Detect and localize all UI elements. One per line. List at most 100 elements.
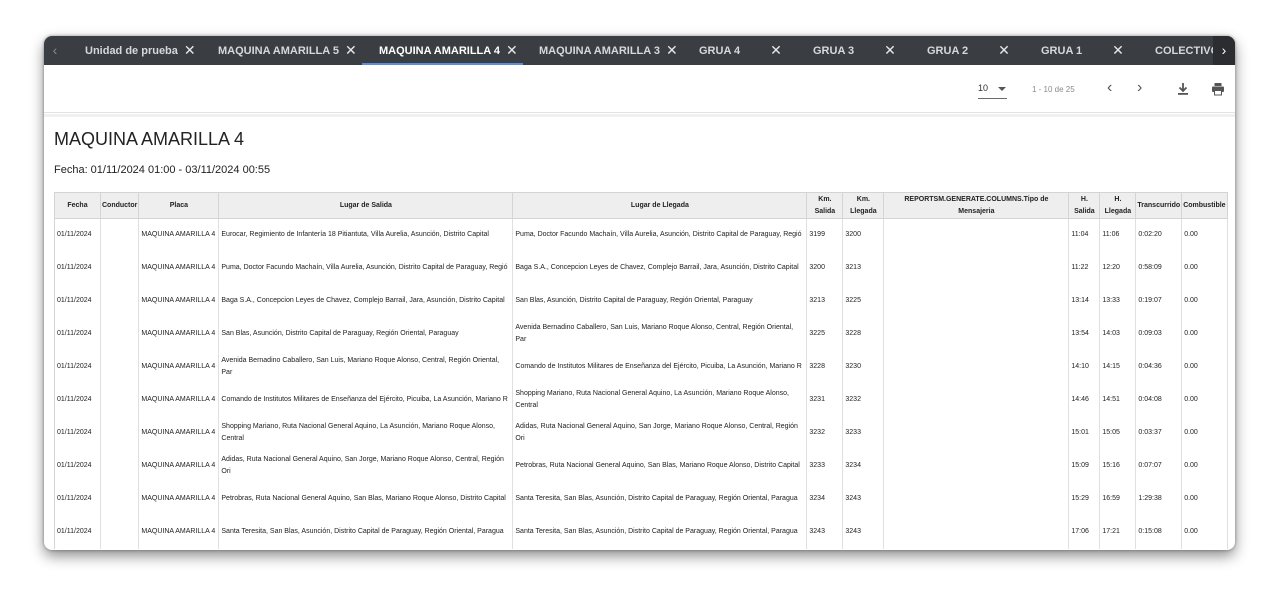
- cell-conductor: [99, 482, 140, 516]
- cell-fecha: 01/11/2024: [54, 449, 101, 483]
- cell-conductor: [99, 350, 140, 384]
- table-row: 01/11/2024 MAQUINA AMARILLA 4 Shopping Mar…: [54, 416, 1228, 450]
- table-row: 01/11/2024 MAQUINA AMARILLA 4 Avenida Bern…: [54, 350, 1228, 384]
- column-header: Fecha: [54, 192, 101, 219]
- cell-combustible: 0.00: [1181, 449, 1228, 483]
- cell-lugar-llegada: Adidas, Ruta Nacional General Aquino, Sa…: [512, 416, 808, 450]
- download-icon[interactable]: [1176, 82, 1190, 96]
- cell-lugar-llegada: San Blas, Asunción, Distrito Capital de …: [512, 284, 808, 318]
- tab-grua-3[interactable]: GRUA 3 ✕: [813, 36, 896, 65]
- cell-lugar-llegada: Petrobras, Ruta Nacional General Aquino,…: [512, 449, 808, 483]
- tab-maquina-amarilla-3[interactable]: MAQUINA AMARILLA 3 ✕: [539, 36, 678, 65]
- table-row: 01/11/2024 MAQUINA AMARILLA 4 San Blas, As…: [54, 317, 1228, 351]
- page-size-select[interactable]: 10: [978, 83, 1007, 99]
- tab-label: GRUA 2: [927, 44, 969, 57]
- cell-h-salida: 17:06: [1068, 515, 1101, 549]
- cell-conductor: [99, 218, 140, 252]
- tab-label: MAQUINA AMARILLA 3: [539, 44, 660, 57]
- cell-fecha: 01/11/2024: [54, 284, 101, 318]
- close-icon[interactable]: ✕: [998, 42, 1010, 59]
- cell-km-llegada: 3228: [842, 317, 885, 351]
- tab-grua-4[interactable]: GRUA 4 ✕: [699, 36, 782, 65]
- close-icon[interactable]: ✕: [666, 42, 678, 59]
- cell-lugar-llegada: Puma, Doctor Facundo Machaín, Villa Aure…: [512, 218, 808, 252]
- cell-km-salida: 3233: [806, 449, 844, 483]
- column-header: Combustible: [1181, 192, 1228, 219]
- tab-grua-2[interactable]: GRUA 2 ✕: [927, 36, 1010, 65]
- close-icon[interactable]: ✕: [884, 42, 896, 59]
- cell-tipo-mensajeria: [883, 515, 1070, 549]
- cell-fecha: 01/11/2024: [54, 317, 101, 351]
- cell-conductor: [99, 383, 140, 417]
- cell-lugar-salida: Puma, Doctor Facundo Machaín, Villa Aure…: [218, 251, 514, 285]
- chevron-right-icon[interactable]: ›: [1137, 79, 1142, 97]
- report-toolbar: 10 1 - 10 de 25 ‹ ›: [44, 65, 1235, 113]
- column-header: Lugar de Llegada: [512, 192, 808, 219]
- column-header: Conductor: [99, 192, 140, 219]
- cell-km-llegada: 3213: [842, 251, 885, 285]
- column-header: H. Llegada: [1099, 192, 1137, 219]
- cell-fecha: 01/11/2024: [54, 218, 101, 252]
- cell-km-llegada: 3243: [842, 482, 885, 516]
- cell-lugar-salida: Baga S.A., Concepcion Leyes de Chavez, C…: [218, 284, 514, 318]
- tab-label: MAQUINA AMARILLA 4: [379, 44, 500, 57]
- cell-km-salida: 3200: [806, 251, 844, 285]
- tab-label: GRUA 3: [813, 44, 855, 57]
- tab-maquina-amarilla-5[interactable]: MAQUINA AMARILLA 5 ✕: [218, 36, 357, 65]
- cell-km-salida: 3213: [806, 284, 844, 318]
- cell-transcurrido: 0:03:37: [1135, 416, 1183, 450]
- tab-maquina-amarilla-4[interactable]: MAQUINA AMARILLA 4 ✕: [379, 36, 518, 65]
- cell-h-llegada: 12:20: [1099, 251, 1137, 285]
- close-icon[interactable]: ✕: [1112, 42, 1124, 59]
- tab-unidad-de-prueba[interactable]: Unidad de prueba ✕: [85, 36, 196, 65]
- cell-conductor: [99, 449, 140, 483]
- cell-h-salida: 11:22: [1068, 251, 1101, 285]
- cell-km-salida: 3228: [806, 350, 844, 384]
- tab-label: MAQUINA AMARILLA 5: [218, 44, 339, 57]
- tab-bar: ‹ Unidad de prueba ✕ MAQUINA AMARILLA 5 …: [44, 36, 1235, 65]
- cell-lugar-salida: Avenida Bernadino Caballero, San Luis, M…: [218, 350, 514, 384]
- cell-km-llegada: 3230: [842, 350, 885, 384]
- cell-lugar-salida: Adidas, Ruta Nacional General Aquino, Sa…: [218, 449, 514, 483]
- cell-tipo-mensajeria: [883, 284, 1070, 318]
- cell-h-llegada: 16:59: [1099, 482, 1137, 516]
- cell-h-llegada: 14:15: [1099, 350, 1137, 384]
- cell-fecha: 01/11/2024: [54, 482, 101, 516]
- cell-lugar-llegada: Comando de Institutos Militares de Enseñ…: [512, 350, 808, 384]
- close-icon[interactable]: ✕: [770, 42, 782, 59]
- cell-transcurrido: 0:58:09: [1135, 251, 1183, 285]
- cell-transcurrido: 1:29:38: [1135, 482, 1183, 516]
- tab-scroll-right-icon[interactable]: ›: [1213, 36, 1235, 65]
- cell-placa: MAQUINA AMARILLA 4: [138, 218, 220, 252]
- cell-conductor: [99, 416, 140, 450]
- cell-placa: MAQUINA AMARILLA 4: [138, 284, 220, 318]
- cell-lugar-llegada: Avenida Bernadino Caballero, San Luis, M…: [512, 317, 808, 351]
- cell-transcurrido: 0:02:20: [1135, 218, 1183, 252]
- cell-placa: MAQUINA AMARILLA 4: [138, 449, 220, 483]
- cell-lugar-llegada: Santa Teresita, San Blas, Asunción, Dist…: [512, 482, 808, 516]
- table-row: 01/11/2024 MAQUINA AMARILLA 4 Petrobras, R…: [54, 482, 1228, 516]
- cell-transcurrido: 0:19:07: [1135, 284, 1183, 318]
- tab-grua-1[interactable]: GRUA 1 ✕: [1041, 36, 1124, 65]
- cell-conductor: [99, 515, 140, 549]
- column-header: Transcurrido: [1135, 192, 1183, 219]
- cell-tipo-mensajeria: [883, 482, 1070, 516]
- chevron-left-icon[interactable]: ‹: [1107, 79, 1112, 97]
- chevron-down-icon: [998, 87, 1006, 91]
- trips-table: Fecha Conductor Placa Lugar de Salida Lu…: [54, 192, 1228, 549]
- print-icon[interactable]: [1211, 82, 1225, 96]
- cell-lugar-llegada: Shopping Mariano, Ruta Nacional General …: [512, 383, 808, 417]
- close-icon[interactable]: ✕: [345, 42, 357, 59]
- report-date-range: Fecha: 01/11/2024 01:00 - 03/11/2024 00:…: [54, 164, 271, 176]
- cell-h-llegada: 13:33: [1099, 284, 1137, 318]
- cell-h-llegada: 11:06: [1099, 218, 1137, 252]
- close-icon[interactable]: ✕: [506, 42, 518, 59]
- tab-colectivo[interactable]: COLECTIVO: [1155, 36, 1219, 65]
- cell-placa: MAQUINA AMARILLA 4: [138, 251, 220, 285]
- close-icon[interactable]: ✕: [184, 42, 196, 59]
- cell-lugar-llegada: Santa Teresita, San Blas, Asunción, Dist…: [512, 515, 808, 549]
- cell-km-salida: 3232: [806, 416, 844, 450]
- column-header: Lugar de Salida: [218, 192, 514, 219]
- cell-lugar-salida: Santa Teresita, San Blas, Asunción, Dist…: [218, 515, 514, 549]
- tab-scroll-left-icon[interactable]: ‹: [48, 36, 62, 65]
